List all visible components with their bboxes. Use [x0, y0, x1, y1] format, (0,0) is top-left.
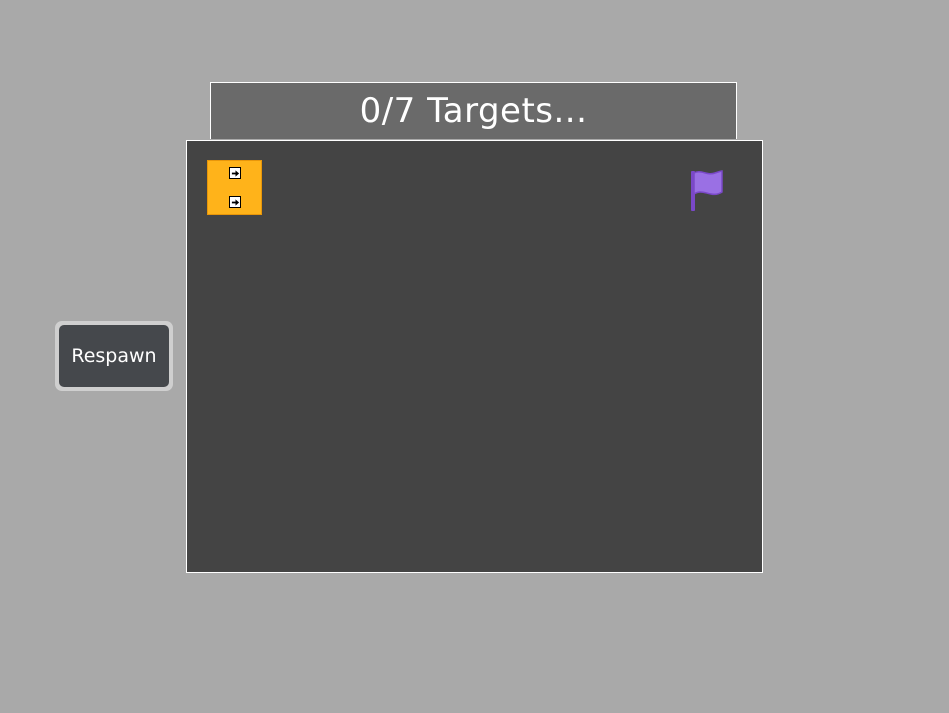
right-arrow-icon	[229, 196, 241, 208]
right-arrow-icon	[229, 167, 241, 179]
targets-header: 0/7 Targets...	[210, 82, 737, 139]
game-screen: 0/7 Targets... Respawn	[0, 0, 949, 713]
player-block[interactable]	[207, 160, 262, 215]
respawn-button-frame: Respawn	[55, 321, 173, 391]
targets-counter: 0/7 Targets...	[359, 91, 588, 131]
flag-icon	[691, 170, 723, 211]
respawn-button[interactable]: Respawn	[59, 325, 169, 387]
game-board[interactable]	[186, 140, 763, 573]
